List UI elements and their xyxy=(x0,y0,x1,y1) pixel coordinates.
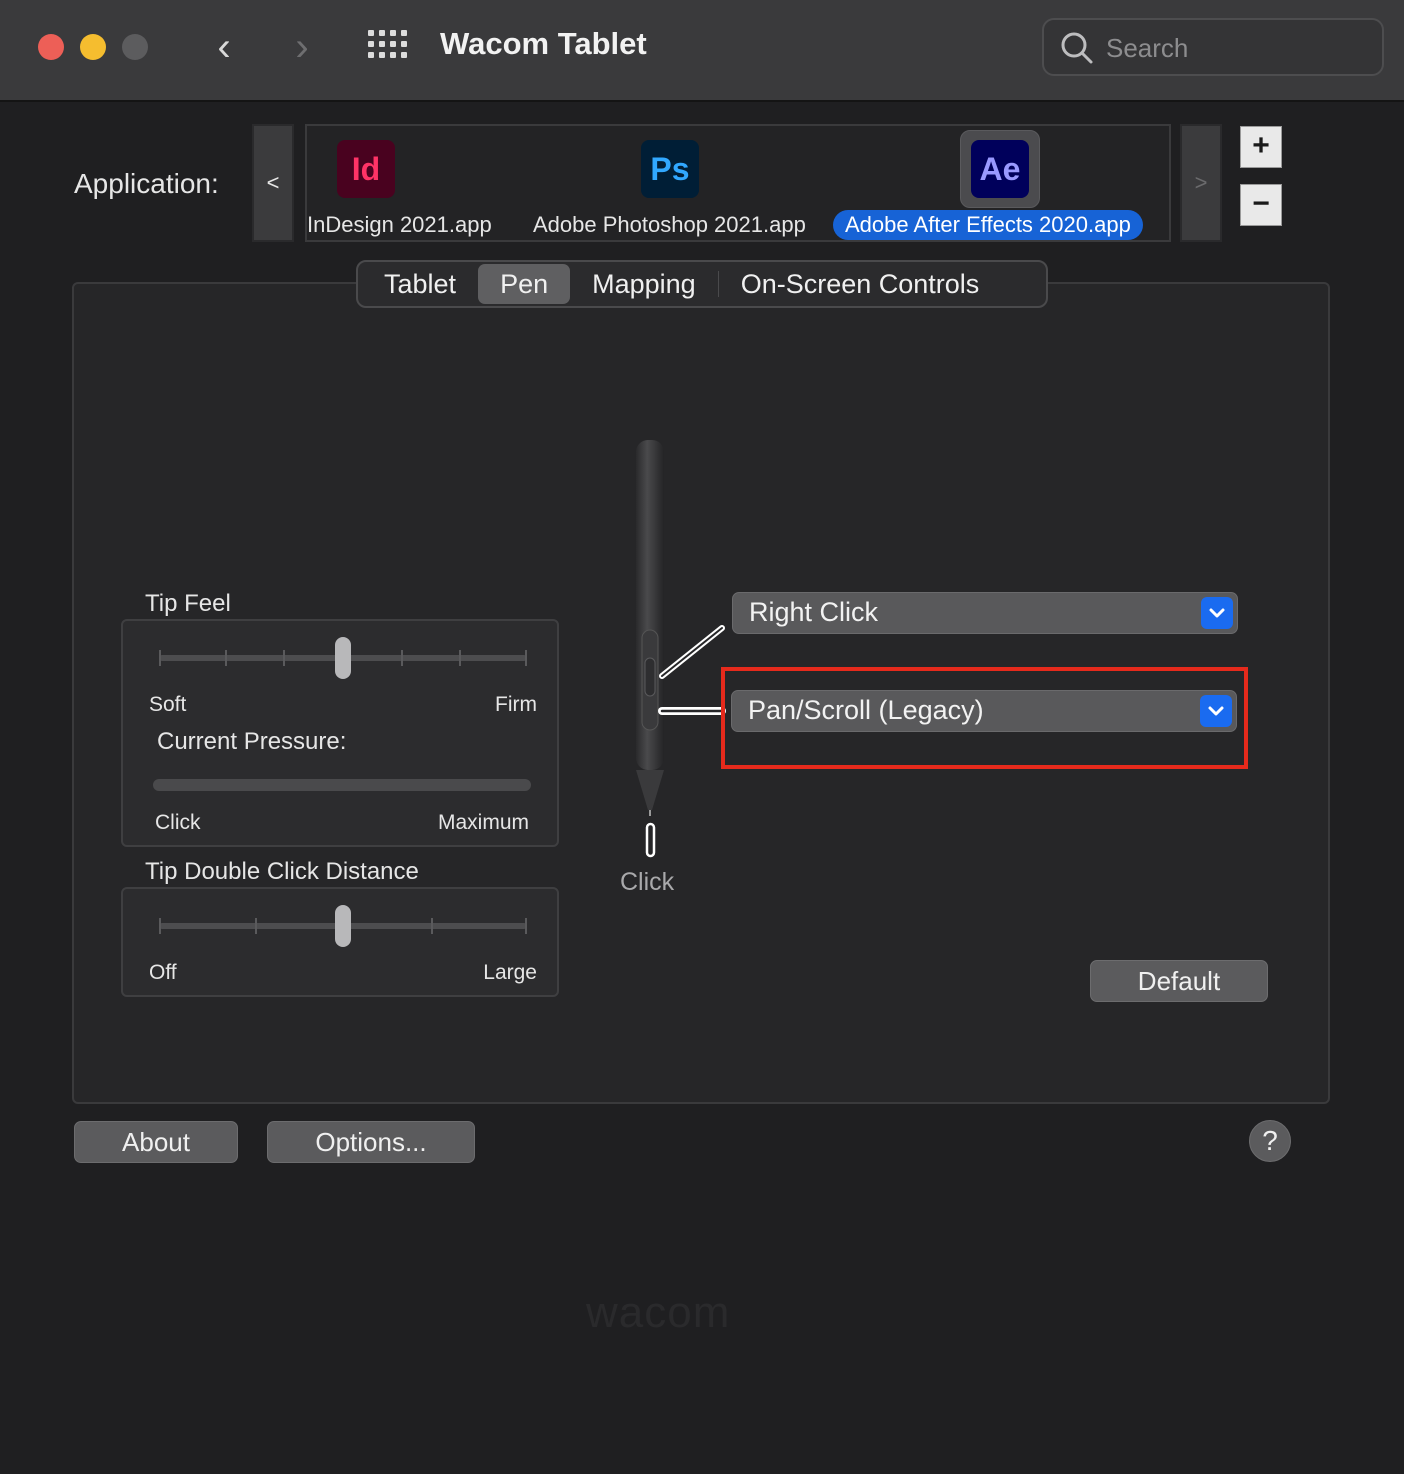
search-field[interactable] xyxy=(1042,18,1384,76)
tab-on-screen-controls[interactable]: On-Screen Controls xyxy=(719,264,1002,304)
default-button[interactable]: Default xyxy=(1090,960,1268,1002)
photoshop-app-icon: Ps xyxy=(641,140,699,198)
double-click-max-label: Large xyxy=(483,961,537,984)
tab-tablet[interactable]: Tablet xyxy=(362,264,478,304)
slider-tick xyxy=(431,918,433,934)
tip-double-click-title: Tip Double Click Distance xyxy=(145,858,419,885)
back-chevron-icon[interactable]: ‹ xyxy=(204,22,244,72)
tip-feel-title: Tip Feel xyxy=(145,590,231,617)
upper-button-value: Right Click xyxy=(749,597,879,627)
tab-mapping[interactable]: Mapping xyxy=(570,264,718,304)
app-name-label: Adobe Photoshop 2021.app xyxy=(533,212,806,237)
pen-tip-click-label: Click xyxy=(620,868,675,896)
slider-tick xyxy=(159,918,161,934)
highlight-annotation-box xyxy=(721,667,1248,769)
application-list: Id InDesign 2021.app Ps Adobe Photoshop … xyxy=(305,124,1171,242)
app-scroll-left-button[interactable]: < xyxy=(252,124,294,242)
tip-feel-slider-knob[interactable] xyxy=(335,637,351,679)
zoom-window-button[interactable] xyxy=(122,34,148,60)
slider-tick xyxy=(159,650,161,666)
tab-bar: Tablet Pen Mapping On-Screen Controls xyxy=(356,260,1048,308)
application-label: Application: xyxy=(74,168,219,199)
current-pressure-label: Current Pressure: xyxy=(157,728,347,755)
pressure-min-label: Click xyxy=(155,811,201,834)
tip-feel-group: Soft Firm Current Pressure: Click Maximu… xyxy=(121,619,559,847)
title-bar: ‹ › Wacom Tablet xyxy=(0,0,1404,102)
slider-tick xyxy=(525,650,527,666)
tip-feel-max-label: Firm xyxy=(495,693,537,716)
app-item-indesign[interactable]: Id InDesign 2021.app xyxy=(307,126,507,240)
search-input[interactable] xyxy=(1106,30,1366,66)
slider-tick xyxy=(255,918,257,934)
about-button[interactable]: About xyxy=(74,1121,238,1163)
app-item-photoshop[interactable]: Ps Adobe Photoshop 2021.app xyxy=(527,126,827,240)
slider-tick xyxy=(225,650,227,666)
app-item-after-effects[interactable]: Ae Adobe After Effects 2020.app xyxy=(832,126,1172,240)
add-application-button[interactable]: + xyxy=(1240,126,1282,168)
double-click-min-label: Off xyxy=(149,961,177,984)
search-icon xyxy=(1061,32,1093,64)
app-name-label: InDesign 2021.app xyxy=(307,212,492,237)
slider-tick xyxy=(401,650,403,666)
remove-application-button[interactable]: − xyxy=(1240,184,1282,226)
upper-button-dropdown[interactable]: Right Click xyxy=(732,592,1238,634)
tip-feel-min-label: Soft xyxy=(149,693,187,716)
minimize-window-button[interactable] xyxy=(80,34,106,60)
current-pressure-bar xyxy=(153,779,531,791)
tip-double-click-group: Off Large xyxy=(121,887,559,997)
window-title: Wacom Tablet xyxy=(440,26,647,61)
slider-tick xyxy=(283,650,285,666)
tab-pen[interactable]: Pen xyxy=(478,264,571,304)
show-all-grid-icon[interactable] xyxy=(368,30,408,64)
app-name-label-selected: Adobe After Effects 2020.app xyxy=(833,210,1143,240)
pressure-max-label: Maximum xyxy=(437,811,529,834)
close-window-button[interactable] xyxy=(38,34,64,60)
wacom-brand-logo: wacom xyxy=(586,1288,731,1337)
slider-tick xyxy=(459,650,461,666)
slider-tick xyxy=(525,918,527,934)
options-button[interactable]: Options... xyxy=(267,1121,475,1163)
after-effects-app-icon: Ae xyxy=(971,140,1029,198)
app-scroll-right-button[interactable]: > xyxy=(1180,124,1222,242)
chevron-down-icon xyxy=(1201,597,1233,629)
forward-chevron-icon[interactable]: › xyxy=(282,22,322,72)
help-button[interactable]: ? xyxy=(1249,1120,1291,1162)
indesign-app-icon: Id xyxy=(337,140,395,198)
double-click-slider-knob[interactable] xyxy=(335,905,351,947)
